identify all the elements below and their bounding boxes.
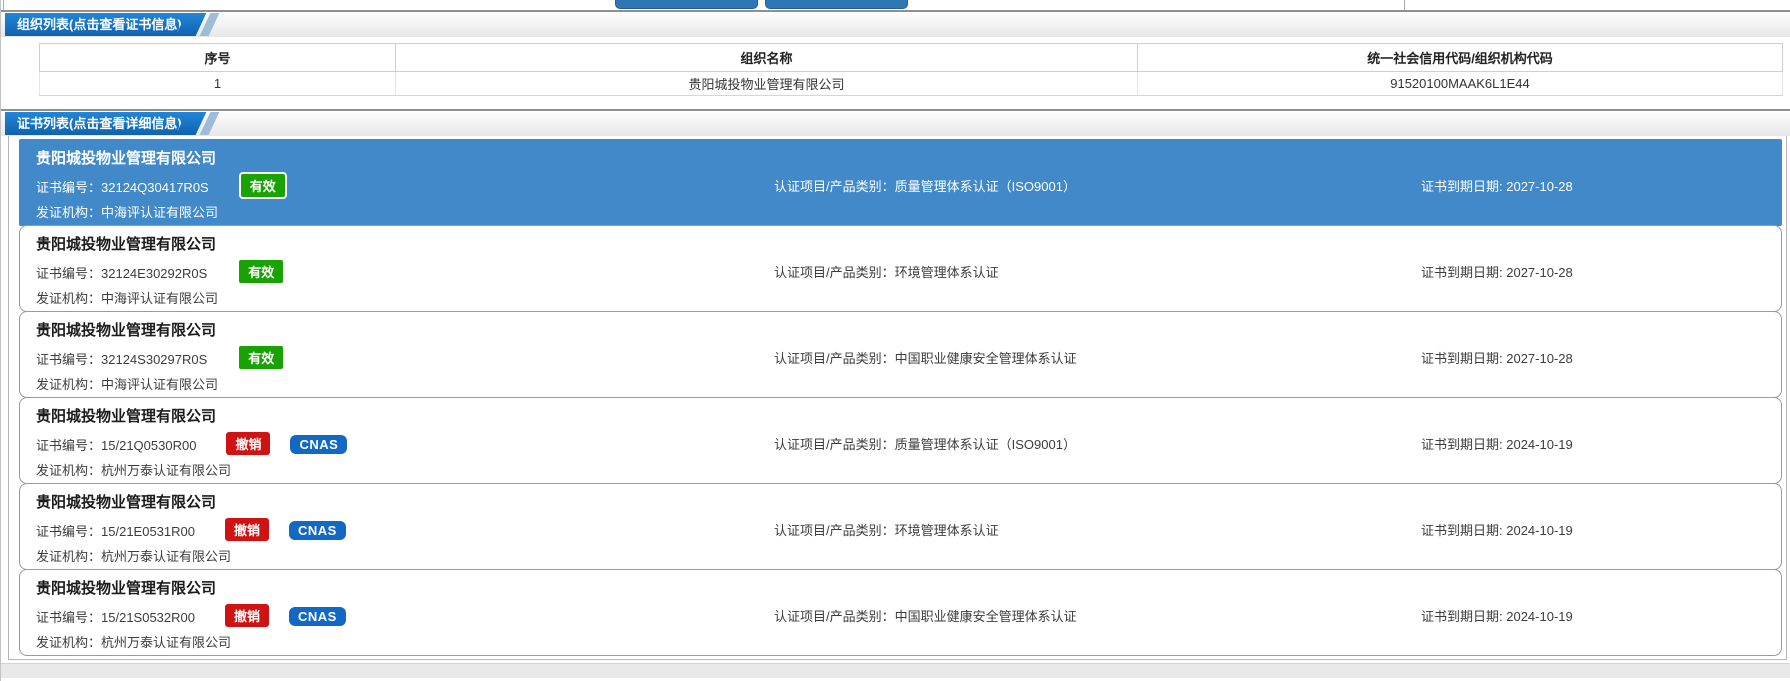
header-seq: 序号 <box>39 43 396 72</box>
cert-no-label: 证书编号： <box>36 524 102 539</box>
certificate-company: 贵阳城投物业管理有限公司 <box>36 580 217 597</box>
expiry-label: 证书到期日期: <box>1421 178 1507 194</box>
search-panel-cutoff <box>3 0 1405 10</box>
certificate-list: 贵阳城投物业管理有限公司 证书编号：32124Q30417R0S 有效 认证项目/… <box>8 136 1787 660</box>
certification-query-page: 组织列表(点击查看证书信息) 序号 组织名称 统一社会信用代码/组织机构代码 1… <box>0 0 1790 681</box>
category-label: 认证项目/产品类别： <box>774 178 895 194</box>
cert-no-value: 15/21E0531R00 <box>101 524 195 539</box>
org-section-band: 组织列表(点击查看证书信息) <box>1 10 1790 37</box>
issuer-value: 中海评认证有限公司 <box>101 291 219 306</box>
cert-section-band: 证书列表(点击查看详细信息) <box>1 109 1790 136</box>
org-credit-code: 91520100MAAK6L1E44 <box>1137 71 1783 96</box>
cert-no-label: 证书编号： <box>36 352 102 367</box>
issuer-label: 发证机构： <box>36 635 102 650</box>
header-credit-code: 统一社会信用代码/组织机构代码 <box>1137 43 1783 72</box>
cert-no-label: 证书编号： <box>36 438 102 453</box>
category-label: 认证项目/产品类别： <box>774 436 895 452</box>
cert-no-label: 证书编号： <box>36 610 102 625</box>
organization-table: 序号 组织名称 统一社会信用代码/组织机构代码 1 贵阳城投物业管理有限公司 9… <box>39 43 1783 96</box>
expiry-value: 2024-10-19 <box>1506 608 1573 624</box>
tab-certificate-list[interactable]: 证书列表(点击查看详细信息) <box>5 112 192 135</box>
issuer-label: 发证机构： <box>36 377 102 392</box>
status-badge-valid: 有效 <box>238 172 287 199</box>
certificate-company: 贵阳城投物业管理有限公司 <box>36 494 217 511</box>
expiry-label: 证书到期日期: <box>1421 608 1507 624</box>
cnas-badge: CNAS <box>290 435 348 454</box>
certificate-company: 贵阳城投物业管理有限公司 <box>36 408 217 425</box>
cert-no-value: 32124E30292R0S <box>101 266 208 281</box>
status-badge-revoked: 撤销 <box>225 518 270 541</box>
certificate-card-1[interactable]: 贵阳城投物业管理有限公司 证书编号：32124Q30417R0S 有效 认证项目/… <box>19 139 1782 226</box>
issuer-label: 发证机构： <box>36 549 102 564</box>
certificate-card-3[interactable]: 贵阳城投物业管理有限公司 证书编号：32124S30297R0S 有效 认证项目/… <box>19 311 1782 398</box>
category-value: 环境管理体系认证 <box>894 264 999 280</box>
category-label: 认证项目/产品类别： <box>774 350 895 366</box>
issuer-value: 杭州万泰认证有限公司 <box>101 549 232 564</box>
certificate-company: 贵阳城投物业管理有限公司 <box>36 150 217 167</box>
cnas-badge: CNAS <box>289 607 346 626</box>
organization-table-row[interactable]: 1 贵阳城投物业管理有限公司 91520100MAAK6L1E44 <box>39 71 1783 96</box>
certificate-card-5[interactable]: 贵阳城投物业管理有限公司 证书编号：15/21E0531R00 撤销 CNAS 认证… <box>19 483 1782 570</box>
category-value: 质量管理体系认证（ISO9001） <box>894 436 1076 452</box>
category-label: 认证项目/产品类别： <box>774 264 895 280</box>
certificate-company: 贵阳城投物业管理有限公司 <box>36 236 217 253</box>
status-badge-revoked: 撤销 <box>225 604 270 627</box>
cert-no-value: 32124Q30417R0S <box>101 180 209 195</box>
status-badge-valid: 有效 <box>237 258 286 285</box>
certificate-card-6[interactable]: 贵阳城投物业管理有限公司 证书编号：15/21S0532R00 撤销 CNAS 认证… <box>19 569 1782 656</box>
status-badge-revoked: 撤销 <box>226 432 271 455</box>
expiry-label: 证书到期日期: <box>1421 350 1507 366</box>
issuer-label: 发证机构： <box>36 291 102 306</box>
issuer-value: 中海评认证有限公司 <box>101 377 219 392</box>
category-value: 中国职业健康安全管理体系认证 <box>894 608 1077 624</box>
expiry-value: 2027-10-28 <box>1506 350 1573 366</box>
category-value: 中国职业健康安全管理体系认证 <box>894 350 1077 366</box>
header-org-name: 组织名称 <box>395 43 1138 72</box>
category-label: 认证项目/产品类别： <box>774 522 895 538</box>
expiry-label: 证书到期日期: <box>1421 522 1507 538</box>
expiry-value: 2024-10-19 <box>1506 522 1573 538</box>
issuer-label: 发证机构： <box>36 205 102 220</box>
certificate-card-2[interactable]: 贵阳城投物业管理有限公司 证书编号：32124E30292R0S 有效 认证项目/… <box>19 225 1782 312</box>
org-seq: 1 <box>39 71 396 96</box>
issuer-label: 发证机构： <box>36 463 102 478</box>
cert-no-label: 证书编号： <box>36 180 102 195</box>
expiry-label: 证书到期日期: <box>1421 264 1507 280</box>
category-label: 认证项目/产品类别： <box>774 608 895 624</box>
organization-table-header: 序号 组织名称 统一社会信用代码/组织机构代码 <box>39 43 1783 72</box>
page-bottom-band <box>1 663 1790 678</box>
issuer-value: 杭州万泰认证有限公司 <box>101 463 232 478</box>
top-button-2[interactable] <box>765 0 908 9</box>
category-value: 环境管理体系认证 <box>894 522 999 538</box>
cert-no-label: 证书编号： <box>36 266 102 281</box>
status-badge-valid: 有效 <box>237 344 286 371</box>
org-name: 贵阳城投物业管理有限公司 <box>395 71 1138 96</box>
organization-table-section: 序号 组织名称 统一社会信用代码/组织机构代码 1 贵阳城投物业管理有限公司 9… <box>1 37 1790 109</box>
category-value: 质量管理体系认证（ISO9001） <box>894 178 1076 194</box>
expiry-label: 证书到期日期: <box>1421 436 1507 452</box>
issuer-value: 中海评认证有限公司 <box>101 205 219 220</box>
expiry-value: 2027-10-28 <box>1506 264 1573 280</box>
tab-organization-list[interactable]: 组织列表(点击查看证书信息) <box>5 13 192 36</box>
cnas-badge: CNAS <box>289 521 346 540</box>
certificate-card-4[interactable]: 贵阳城投物业管理有限公司 证书编号：15/21Q0530R00 撤销 CNAS 认证… <box>19 397 1782 484</box>
issuer-value: 杭州万泰认证有限公司 <box>101 635 232 650</box>
certificate-company: 贵阳城投物业管理有限公司 <box>36 322 217 339</box>
cert-no-value: 32124S30297R0S <box>101 352 208 367</box>
top-button-1[interactable] <box>615 0 758 9</box>
cert-no-value: 15/21Q0530R00 <box>101 438 197 453</box>
expiry-value: 2027-10-28 <box>1506 178 1573 194</box>
expiry-value: 2024-10-19 <box>1506 436 1573 452</box>
cert-no-value: 15/21S0532R00 <box>101 610 195 625</box>
